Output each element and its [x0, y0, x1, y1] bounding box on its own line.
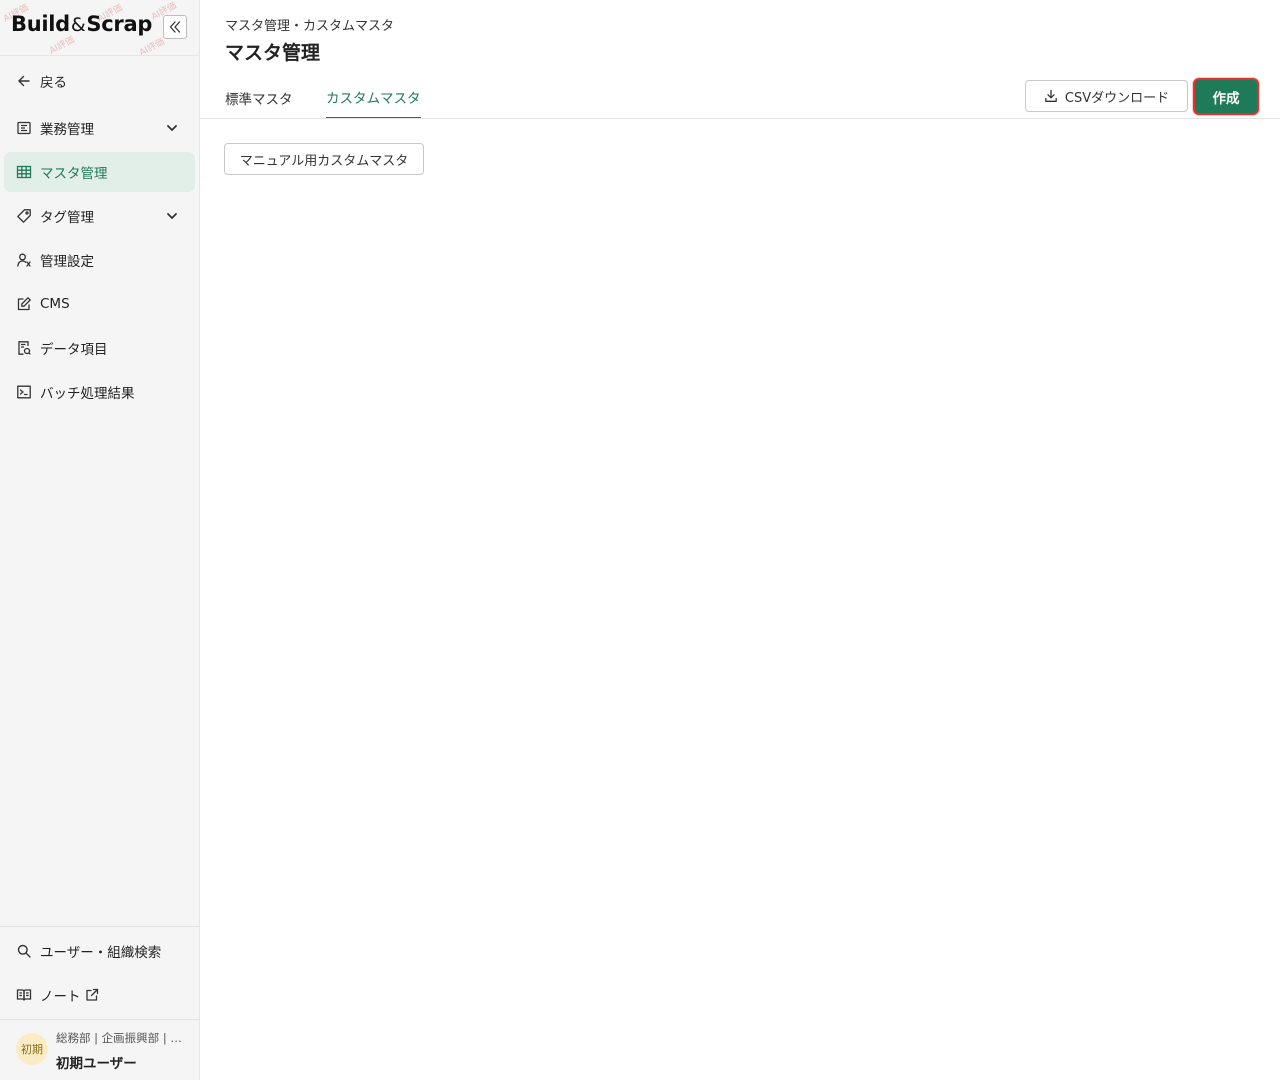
chevron-down-icon	[167, 213, 177, 219]
sidebar-item-label: データ項目	[40, 342, 108, 358]
search-icon	[16, 943, 32, 959]
sidebar-item-business[interactable]: 業務管理	[4, 108, 195, 148]
brand-header: AI評価 AI評価 AI評価 AI評価 AI評価 Build&Scrap	[0, 0, 199, 56]
sidebar-item-tags[interactable]: タグ管理	[4, 196, 195, 236]
csv-download-button[interactable]: CSVダウンロード	[1025, 80, 1188, 112]
book-icon	[16, 987, 32, 1003]
sidebar-item-data-fields[interactable]: データ項目	[4, 328, 195, 368]
sidebar-item-batch-results[interactable]: バッチ処理結果	[4, 372, 195, 412]
sidebar: AI評価 AI評価 AI評価 AI評価 AI評価 Build&Scrap 戻る …	[0, 0, 200, 1080]
sidebar-item-label: バッチ処理結果	[40, 386, 135, 402]
tab-standard-master[interactable]: 標準マスタ	[225, 80, 293, 119]
sidebar-item-admin-settings[interactable]: 管理設定	[4, 240, 195, 280]
table-icon	[16, 164, 32, 180]
sidebar-item-user-search[interactable]: ユーザー・組織検索	[4, 931, 195, 971]
create-button[interactable]: 作成	[1193, 78, 1259, 115]
csv-download-label: CSVダウンロード	[1064, 90, 1170, 106]
tab-custom-master[interactable]: カスタムマスタ	[326, 80, 421, 119]
watermark: AI評価	[137, 37, 167, 56]
sidebar-collapse-button[interactable]	[163, 15, 187, 39]
sidebar-item-label: 管理設定	[40, 254, 94, 270]
sidebar-divider	[0, 926, 199, 927]
chevron-down-icon	[167, 125, 177, 131]
create-label: 作成	[1212, 90, 1240, 107]
sidebar-item-label: マスタ管理	[40, 166, 108, 182]
sidebar-divider	[0, 1019, 199, 1020]
board-icon	[16, 120, 32, 136]
user-settings-icon	[16, 252, 32, 268]
back-link[interactable]: 戻る	[4, 61, 195, 101]
data-doc-icon	[16, 340, 32, 356]
sidebar-item-label: ユーザー・組織検索	[40, 945, 162, 961]
terminal-icon	[16, 384, 32, 400]
user-profile[interactable]: 初期 総務部 | 企画振興部 | … 初期ユーザー	[16, 1030, 186, 1076]
breadcrumb: マスタ管理・カスタムマスタ	[225, 19, 395, 34]
sidebar-item-label: CMS	[40, 296, 70, 312]
sidebar-item-notes[interactable]: ノート	[4, 975, 195, 1015]
sidebar-item-label: ノート	[40, 989, 81, 1005]
app-logo: Build&Scrap	[11, 12, 152, 36]
sidebar-item-label: 業務管理	[40, 122, 94, 138]
arrow-left-icon	[16, 73, 32, 89]
back-label: 戻る	[40, 75, 67, 91]
tab-label: カスタムマスタ	[326, 90, 421, 107]
logo-part-1: Build	[11, 12, 70, 36]
user-org: 総務部 | 企画振興部 | …	[56, 1031, 182, 1045]
custom-master-label: マニュアル用カスタムマスタ	[239, 153, 409, 169]
download-icon	[1045, 89, 1057, 102]
tag-icon	[16, 208, 32, 224]
custom-master-item[interactable]: マニュアル用カスタムマスタ	[224, 143, 424, 175]
tab-label: 標準マスタ	[225, 91, 293, 108]
user-name: 初期ユーザー	[56, 1056, 137, 1072]
double-chevron-left-icon	[169, 21, 181, 33]
page-title: マスタ管理	[225, 42, 321, 64]
main-content: マスタ管理・カスタムマスタ マスタ管理 標準マスタ カスタムマスタ CSVダウン…	[200, 0, 1280, 1080]
sidebar-item-cms[interactable]: CMS	[4, 284, 195, 324]
sidebar-item-master[interactable]: マスタ管理	[4, 152, 195, 192]
logo-part-2: Scrap	[86, 12, 153, 36]
edit-icon	[16, 296, 32, 312]
avatar: 初期	[16, 1033, 48, 1065]
logo-ampersand: &	[70, 14, 86, 36]
external-link-icon	[85, 988, 98, 1001]
tabs-divider	[200, 118, 1280, 119]
sidebar-item-label: タグ管理	[40, 210, 94, 226]
